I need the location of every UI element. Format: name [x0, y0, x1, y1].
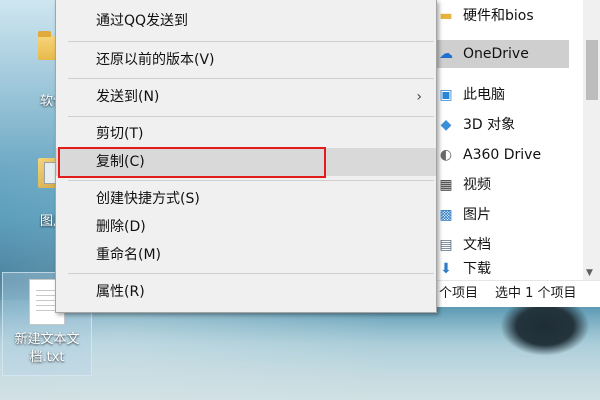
nav-item-3d-objects[interactable]: ◆ 3D 对象	[433, 111, 583, 139]
context-menu: 通过QQ发送到 还原以前的版本(V) 发送到(N) › 剪切(T) 复制(C) …	[55, 0, 437, 313]
video-icon: ▦	[439, 177, 453, 193]
menu-item-label: 创建快捷方式(S)	[96, 191, 200, 207]
item-count-text: 个项目	[439, 286, 479, 301]
a360-icon: ◐	[439, 147, 453, 163]
nav-scrollbar[interactable]: ▼	[583, 0, 600, 280]
chevron-right-icon: ›	[416, 89, 422, 105]
nav-item-label: A360 Drive	[463, 147, 542, 163]
menu-separator	[68, 78, 434, 79]
menu-item-label: 剪切(T)	[96, 126, 144, 142]
menu-item-send-via-qq[interactable]: 通过QQ发送到	[56, 7, 436, 35]
nav-item-label: 视频	[463, 177, 491, 193]
cube-icon: ◆	[440, 117, 452, 133]
nav-item-hardware-bios[interactable]: ▬ 硬件和bios	[433, 2, 583, 30]
nav-item-label: 文档	[463, 237, 491, 253]
scroll-down-arrow-icon[interactable]: ▼	[586, 268, 593, 278]
menu-item-create-shortcut[interactable]: 创建快捷方式(S)	[56, 185, 436, 213]
cloud-icon: ☁	[439, 46, 453, 62]
menu-item-rename[interactable]: 重命名(M)	[56, 241, 436, 269]
nav-item-this-pc[interactable]: ▣ 此电脑	[433, 81, 583, 109]
nav-item-onedrive[interactable]: ☁ OneDrive	[433, 40, 569, 68]
nav-item-label: 3D 对象	[463, 117, 516, 133]
menu-separator	[68, 116, 434, 117]
computer-icon: ▣	[439, 87, 453, 103]
nav-item-label: 此电脑	[463, 87, 505, 103]
folder-icon: ▬	[439, 8, 453, 24]
nav-item-label: 硬件和bios	[463, 8, 534, 24]
menu-item-label: 通过QQ发送到	[96, 13, 189, 29]
explorer-statusbar: 个项目 选中 1 个项目	[433, 280, 600, 307]
menu-item-label: 删除(D)	[96, 219, 146, 235]
menu-separator	[68, 180, 434, 181]
nav-item-label: 图片	[463, 207, 491, 223]
menu-item-label: 属性(R)	[96, 284, 145, 300]
nav-item-a360-drive[interactable]: ◐ A360 Drive	[433, 141, 583, 169]
nav-item-label: OneDrive	[463, 46, 529, 62]
desktop-icon-label: 新建文本文档.txt	[14, 332, 80, 365]
menu-item-delete[interactable]: 删除(D)	[56, 213, 436, 241]
menu-item-label: 发送到(N)	[96, 89, 160, 105]
scrollbar-thumb[interactable]	[586, 40, 598, 100]
menu-item-label: 还原以前的版本(V)	[96, 52, 215, 68]
copy-highlight-box	[58, 147, 326, 178]
nav-item-label: 下载	[463, 261, 491, 277]
menu-item-properties[interactable]: 属性(R)	[56, 278, 436, 306]
nav-item-pictures[interactable]: ▩ 图片	[433, 201, 583, 229]
menu-item-cut[interactable]: 剪切(T)	[56, 120, 436, 148]
nav-item-downloads[interactable]: ⬇ 下载	[433, 258, 583, 280]
menu-item-send-to[interactable]: 发送到(N) ›	[56, 83, 436, 111]
menu-item-restore-previous-versions[interactable]: 还原以前的版本(V)	[56, 46, 436, 74]
menu-item-label: 重命名(M)	[96, 247, 162, 263]
document-icon: ▤	[439, 237, 453, 253]
nav-item-documents[interactable]: ▤ 文档	[433, 231, 583, 259]
file-explorer-window: ▬ 硬件和bios ☁ OneDrive ▣ 此电脑 ◆ 3D 对象 ◐ A36…	[432, 0, 600, 307]
selected-count-text: 选中 1 个项目	[495, 286, 577, 301]
nav-item-videos[interactable]: ▦ 视频	[433, 171, 583, 199]
menu-separator	[68, 273, 434, 274]
download-icon: ⬇	[440, 261, 452, 277]
picture-icon: ▩	[439, 207, 453, 223]
menu-separator	[68, 41, 434, 42]
